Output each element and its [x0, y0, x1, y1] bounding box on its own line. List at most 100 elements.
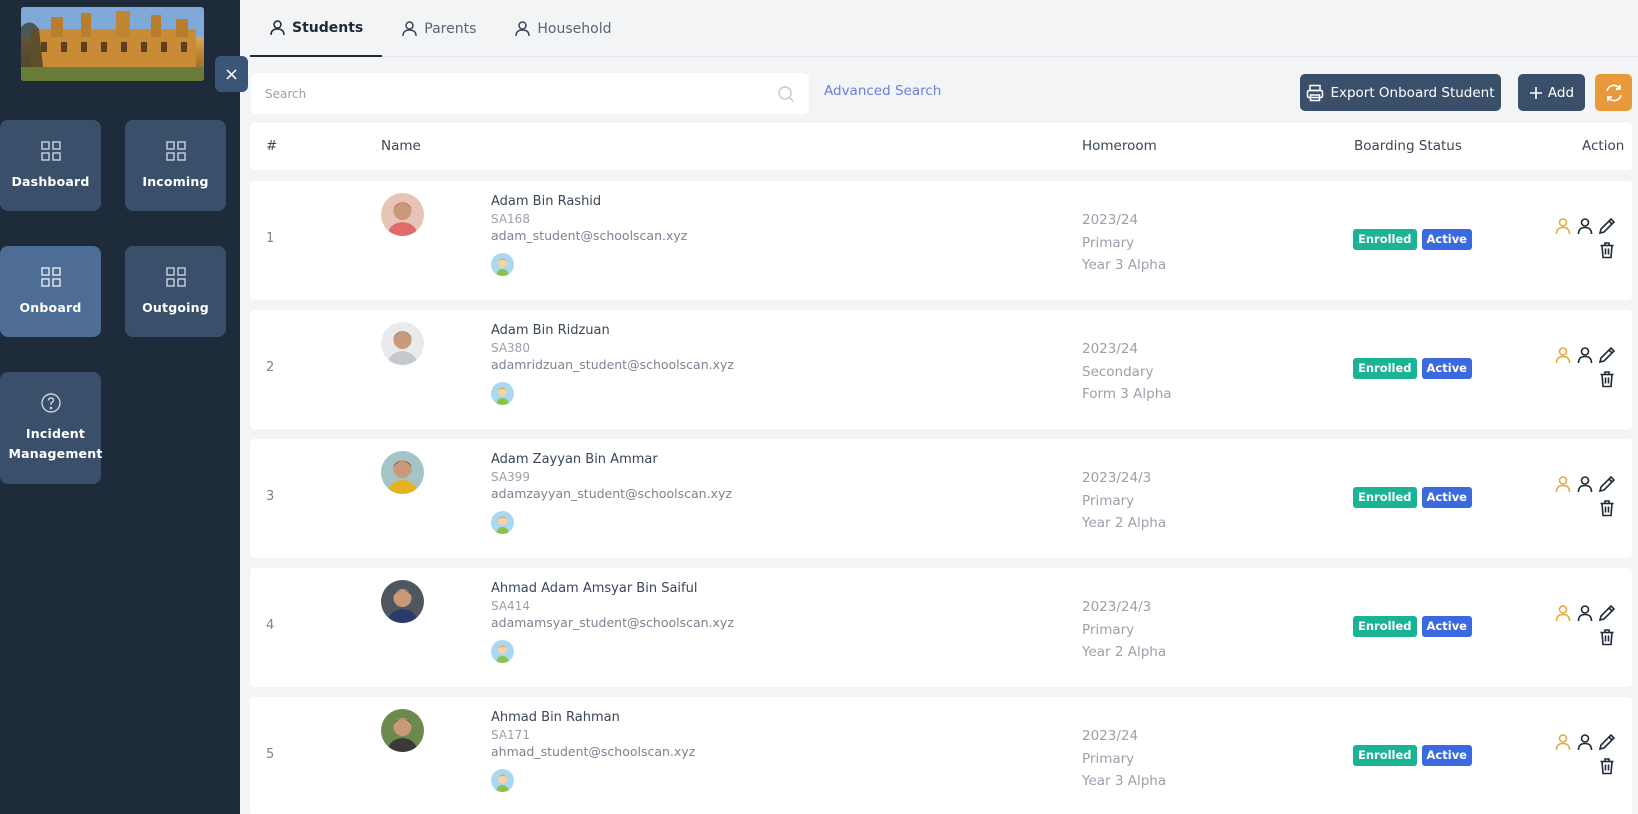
homeroom-year: 2023/24/3 — [1082, 599, 1152, 615]
sidebar-item-outgoing[interactable]: Outgoing — [125, 246, 226, 337]
refresh-button[interactable] — [1595, 74, 1632, 111]
column-header-number: # — [266, 138, 278, 154]
avatar[interactable] — [381, 193, 424, 236]
student-email: adamridzuan_student@schoolscan.xyz — [491, 357, 734, 372]
parent-user-icon[interactable] — [1554, 475, 1572, 493]
homeroom-class: Year 3 Alpha — [1082, 257, 1167, 273]
enrolled-badge: Enrolled — [1353, 745, 1417, 766]
row-number: 1 — [266, 231, 275, 246]
enrolled-badge: Enrolled — [1353, 229, 1417, 250]
main-content: Students Parents Household Advanced Sear… — [240, 0, 1638, 814]
child-avatar-icon — [491, 382, 514, 405]
edit-icon[interactable] — [1598, 604, 1616, 622]
delete-icon[interactable] — [1598, 757, 1616, 775]
homeroom-year: 2023/24/3 — [1082, 470, 1152, 486]
active-badge: Active — [1421, 358, 1472, 379]
row-actions — [1554, 733, 1618, 781]
student-email: adamamsyar_student@schoolscan.xyz — [491, 615, 734, 630]
user-icon[interactable] — [1576, 733, 1594, 751]
parent-user-icon[interactable] — [1554, 346, 1572, 364]
student-name[interactable]: Adam Bin Ridzuan — [491, 323, 610, 338]
edit-icon[interactable] — [1598, 733, 1616, 751]
sidebar-item-onboard[interactable]: Onboard — [0, 246, 101, 337]
avatar[interactable] — [381, 322, 424, 365]
table-row: 2 Adam Bin Ridzuan SA380 adamridzuan_stu… — [250, 310, 1632, 429]
edit-icon[interactable] — [1598, 217, 1616, 235]
user-icon[interactable] — [1576, 475, 1594, 493]
row-actions — [1554, 217, 1618, 265]
user-icon — [270, 20, 285, 36]
grid-icon — [165, 141, 186, 161]
student-name[interactable]: Ahmad Bin Rahman — [491, 710, 620, 725]
avatar[interactable] — [381, 451, 424, 494]
boarding-status: Enrolled Active — [1353, 616, 1472, 637]
child-avatar-icon — [491, 253, 514, 276]
tab-students[interactable]: Students — [250, 0, 383, 57]
delete-icon[interactable] — [1598, 628, 1616, 646]
user-icon[interactable] — [1576, 604, 1594, 622]
boarding-status: Enrolled Active — [1353, 487, 1472, 508]
column-header-boarding-status: Boarding Status — [1354, 138, 1462, 154]
homeroom-level: Primary — [1082, 234, 1135, 251]
avatar[interactable] — [381, 709, 424, 752]
homeroom-class: Year 2 Alpha — [1082, 644, 1167, 660]
sidebar-item-incident-management[interactable]: Incident Management — [0, 372, 102, 484]
column-header-name: Name — [381, 138, 421, 154]
search-icon[interactable] — [777, 85, 795, 103]
close-sidebar-button[interactable]: × — [215, 56, 248, 92]
student-name[interactable]: Ahmad Adam Amsyar Bin Saiful — [491, 581, 697, 596]
active-badge: Active — [1421, 616, 1472, 637]
refresh-icon — [1605, 84, 1622, 101]
student-name[interactable]: Adam Zayyan Bin Ammar — [491, 452, 658, 467]
parent-user-icon[interactable] — [1554, 733, 1572, 751]
sidebar-item-label: Onboard — [19, 300, 82, 315]
tab-household[interactable]: Household — [495, 0, 630, 57]
row-number: 5 — [266, 747, 275, 762]
printer-icon — [1307, 84, 1324, 101]
add-label: Add — [1547, 84, 1575, 101]
user-icon[interactable] — [1576, 217, 1594, 235]
child-avatar-icon — [491, 640, 514, 663]
homeroom: 2023/24/3 Primary Year 2 Alpha — [1082, 596, 1166, 664]
boarding-status: Enrolled Active — [1353, 358, 1472, 379]
homeroom-level: Primary — [1082, 492, 1135, 509]
edit-icon[interactable] — [1598, 346, 1616, 364]
student-name[interactable]: Adam Bin Rashid — [491, 194, 601, 209]
homeroom-level: Secondary — [1082, 363, 1154, 380]
user-icon[interactable] — [1576, 346, 1594, 364]
homeroom-level: Primary — [1082, 621, 1135, 638]
search-input[interactable] — [265, 86, 777, 101]
avatar[interactable] — [381, 580, 424, 623]
student-email: adam_student@schoolscan.xyz — [491, 228, 688, 243]
row-actions — [1554, 604, 1618, 652]
delete-icon[interactable] — [1598, 241, 1616, 259]
add-button[interactable]: Add — [1518, 74, 1585, 111]
tab-parents[interactable]: Parents — [382, 0, 495, 57]
homeroom-year: 2023/24 — [1082, 728, 1139, 744]
homeroom-year: 2023/24 — [1082, 212, 1139, 228]
column-header-homeroom: Homeroom — [1082, 138, 1157, 154]
row-actions — [1554, 475, 1618, 523]
advanced-search-link[interactable]: Advanced Search — [824, 83, 941, 99]
delete-icon[interactable] — [1598, 370, 1616, 388]
row-number: 4 — [266, 618, 275, 633]
export-onboard-student-button[interactable]: Export Onboard Student — [1300, 74, 1501, 111]
row-number: 2 — [266, 360, 275, 375]
sidebar-item-label: Incoming — [142, 174, 209, 189]
student-email: ahmad_student@schoolscan.xyz — [491, 744, 696, 759]
search-box — [251, 73, 809, 114]
homeroom-year: 2023/24 — [1082, 341, 1139, 357]
active-badge: Active — [1421, 229, 1472, 250]
row-number: 3 — [266, 489, 275, 504]
table-row: 3 Adam Zayyan Bin Ammar SA399 adamzayyan… — [250, 439, 1632, 558]
homeroom: 2023/24 Primary Year 3 Alpha — [1082, 209, 1166, 277]
column-header-action: Action — [1582, 138, 1625, 154]
parent-user-icon[interactable] — [1554, 217, 1572, 235]
grid-icon — [40, 141, 61, 161]
delete-icon[interactable] — [1598, 499, 1616, 517]
sidebar-item-incoming[interactable]: Incoming — [125, 120, 226, 211]
parent-user-icon[interactable] — [1554, 604, 1572, 622]
table-header: # Name Homeroom Boarding Status Action — [250, 123, 1632, 170]
sidebar-item-dashboard[interactable]: Dashboard — [0, 120, 101, 211]
edit-icon[interactable] — [1598, 475, 1616, 493]
